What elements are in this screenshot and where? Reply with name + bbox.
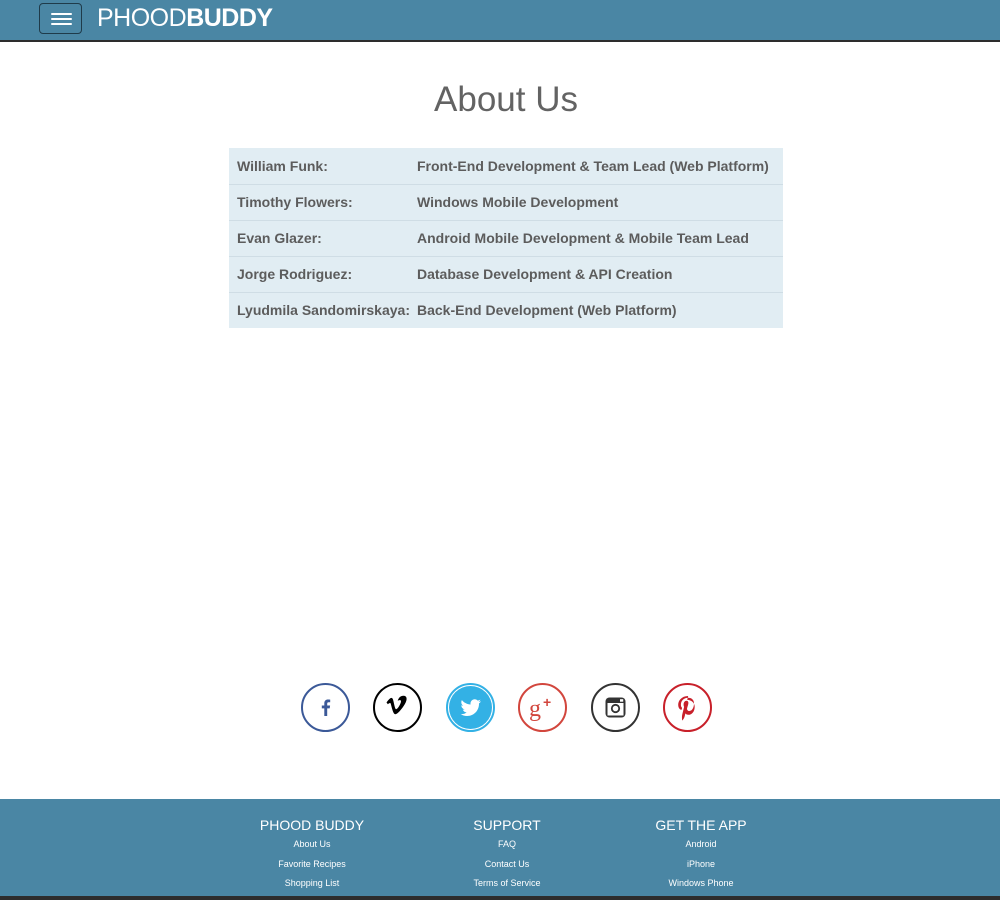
member-role: Android Mobile Development & Mobile Team… <box>417 219 783 256</box>
footer-link-windows-phone[interactable]: Windows Phone <box>601 878 801 888</box>
footer-link-android[interactable]: Android <box>601 839 801 849</box>
table-row: William Funk: Front-End Development & Te… <box>229 148 783 184</box>
footer-link-terms-of-service[interactable]: Terms of Service <box>407 878 607 888</box>
facebook-icon <box>321 699 331 716</box>
footer-link-about-us[interactable]: About Us <box>212 839 412 849</box>
brand-text-bold: BUDDY <box>186 4 273 32</box>
table-row: Lyudmila Sandomirskaya: Back-End Develop… <box>229 291 783 328</box>
top-navbar: PHOODBUDDY <box>0 0 1000 42</box>
footer-link-contact-us[interactable]: Contact Us <box>407 859 607 869</box>
footer-heading: SUPPORT <box>473 817 541 833</box>
member-name: Lyudmila Sandomirskaya: <box>229 291 417 328</box>
pinterest-icon <box>678 696 695 721</box>
footer-link-favorite-recipes[interactable]: Favorite Recipes <box>212 859 412 869</box>
table-row: Evan Glazer: Android Mobile Development … <box>229 219 783 256</box>
facebook-link[interactable] <box>301 683 350 732</box>
footer-link-shopping-list[interactable]: Shopping List <box>212 878 412 888</box>
member-name: Jorge Rodriguez: <box>229 255 417 292</box>
google-plus-icon: g + <box>529 694 551 722</box>
site-footer: PHOOD BUDDY About Us Favorite Recipes Sh… <box>0 799 1000 900</box>
member-name: Evan Glazer: <box>229 219 417 256</box>
svg-text:+: + <box>543 694 551 710</box>
table-row: Jorge Rodriguez: Database Development & … <box>229 255 783 292</box>
footer-link-faq[interactable]: FAQ <box>407 839 607 849</box>
brand-logo-link[interactable]: PHOODBUDDY <box>97 4 273 32</box>
menu-bar-icon <box>51 13 72 15</box>
svg-text:g: g <box>529 696 541 722</box>
instagram-icon <box>605 697 626 718</box>
footer-link-iphone[interactable]: iPhone <box>601 859 801 869</box>
twitter-icon <box>449 686 492 729</box>
hamburger-menu-button[interactable] <box>39 3 82 34</box>
footer-heading: GET THE APP <box>655 817 747 833</box>
table-row: Timothy Flowers: Windows Mobile Developm… <box>229 183 783 220</box>
page-title: About Us <box>434 80 578 119</box>
menu-bar-icon <box>51 23 72 25</box>
google-plus-link[interactable]: g + <box>518 683 567 732</box>
footer-col-get-the-app: GET THE APP Android iPhone Windows Phone <box>601 817 801 898</box>
member-role: Database Development & API Creation <box>417 255 783 292</box>
pinterest-link[interactable] <box>663 683 712 732</box>
social-links: g + <box>301 683 721 733</box>
member-name: Timothy Flowers: <box>229 183 417 220</box>
brand-text-light: PHOOD <box>97 4 187 32</box>
footer-col-phood-buddy: PHOOD BUDDY About Us Favorite Recipes Sh… <box>212 817 412 898</box>
member-role: Front-End Development & Team Lead (Web P… <box>417 157 769 174</box>
team-table: William Funk: Front-End Development & Te… <box>229 148 783 328</box>
member-name: William Funk: <box>237 157 328 174</box>
vimeo-icon <box>386 695 407 715</box>
vimeo-link[interactable] <box>373 683 422 732</box>
member-role: Windows Mobile Development <box>417 183 783 220</box>
menu-bar-icon <box>51 18 72 20</box>
twitter-link[interactable] <box>446 683 495 732</box>
footer-col-support: SUPPORT FAQ Contact Us Terms of Service <box>407 817 607 898</box>
footer-heading: PHOOD BUDDY <box>259 817 365 833</box>
instagram-link[interactable] <box>591 683 640 732</box>
member-role: Back-End Development (Web Platform) <box>417 291 783 328</box>
